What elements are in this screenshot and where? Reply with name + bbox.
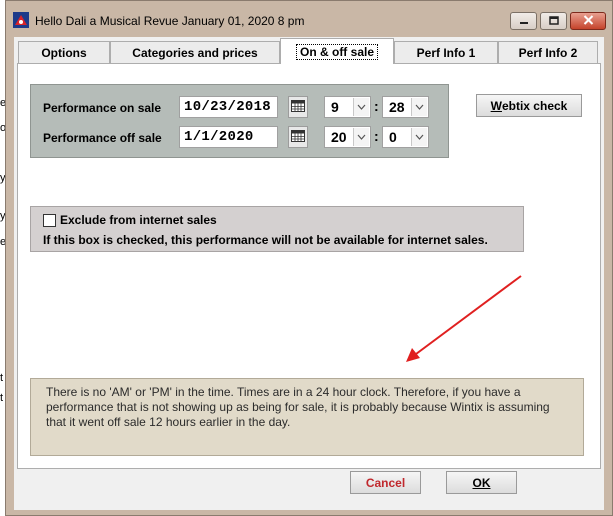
calendar-icon [291,99,305,115]
time-separator: : [374,98,379,114]
exclude-internet-label[interactable]: Exclude from internet sales [60,213,217,227]
tab-label: On & off sale [295,43,378,60]
maximize-button[interactable] [540,12,567,30]
on-sale-minute-value: 28 [389,99,405,115]
close-button[interactable] [570,12,606,30]
chevron-down-icon[interactable] [353,98,369,116]
tab-perf-info-2[interactable]: Perf Info 2 [498,41,598,63]
webtix-accelerator: W [490,98,502,113]
off-sale-minute-value: 0 [389,129,397,145]
note-line: that it went off sale 12 hours earlier i… [46,415,291,429]
off-sale-calendar-button[interactable] [288,126,308,148]
webtix-label-rest: ebtix check [501,98,568,113]
annotation-arrow [406,275,522,362]
on-sale-date-field[interactable]: 10/23/2018 [179,96,278,118]
window-title: Hello Dali a Musical Revue January 01, 2… [35,14,305,28]
tab-label: Perf Info 2 [518,45,578,60]
tab-panel-on-off-sale: Performance on sale 10/23/2018 9: 28 Pe… [17,63,601,469]
tab-label: Categories and prices [132,45,258,60]
time-separator: : [374,128,379,144]
chevron-down-icon[interactable] [353,128,369,146]
tab-categories-and-prices[interactable]: Categories and prices [110,41,280,63]
on-sale-hour-value: 9 [331,99,339,115]
time-format-note: There is no 'AM' or 'PM' in the time. Ti… [30,378,584,456]
sale-dates-group: Performance on sale 10/23/2018 9: 28 Pe… [30,84,449,158]
note-line: performance that is not showing up as be… [46,400,550,414]
off-sale-minute-select[interactable]: 0 [382,126,429,148]
off-sale-date-field[interactable]: 1/1/2020 [179,126,278,148]
on-sale-calendar-button[interactable] [288,96,308,118]
calendar-icon [291,129,305,145]
tab-label: Perf Info 1 [416,45,476,60]
note-line: There is no 'AM' or 'PM' in the time. Ti… [46,385,521,399]
on-sale-hour-select[interactable]: 9 [324,96,371,118]
off-sale-hour-select[interactable]: 20 [324,126,371,148]
on-sale-minute-select[interactable]: 28 [382,96,429,118]
tab-perf-info-1[interactable]: Perf Info 1 [394,41,498,63]
title-bar[interactable]: Hello Dali a Musical Revue January 01, 2… [6,1,612,37]
webtix-check-button[interactable]: Webtix check [476,94,582,117]
tab-label: Options [41,45,87,60]
exclude-internet-checkbox[interactable] [43,214,56,227]
minimize-icon [519,14,529,28]
ok-button[interactable]: OK [446,471,517,494]
tab-options[interactable]: Options [18,41,110,63]
minimize-button[interactable] [510,12,537,30]
chevron-down-icon[interactable] [411,128,427,146]
dialog-window: Hello Dali a Musical Revue January 01, 2… [5,0,613,516]
tab-on-off-sale[interactable]: On & off sale [280,38,394,64]
maximize-icon [548,14,559,28]
internet-sales-description: If this box is checked, this performance… [43,233,488,247]
on-sale-label: Performance on sale [43,101,162,115]
close-icon [583,14,594,28]
cancel-button[interactable]: Cancel [350,471,421,494]
chevron-down-icon[interactable] [411,98,427,116]
off-sale-label: Performance off sale [43,131,162,145]
app-icon[interactable] [13,12,29,28]
dialog-client-area: Options Categories and prices On & off s… [14,37,604,510]
off-sale-hour-value: 20 [331,129,347,145]
internet-sales-group: Exclude from internet sales If this box … [30,206,524,252]
